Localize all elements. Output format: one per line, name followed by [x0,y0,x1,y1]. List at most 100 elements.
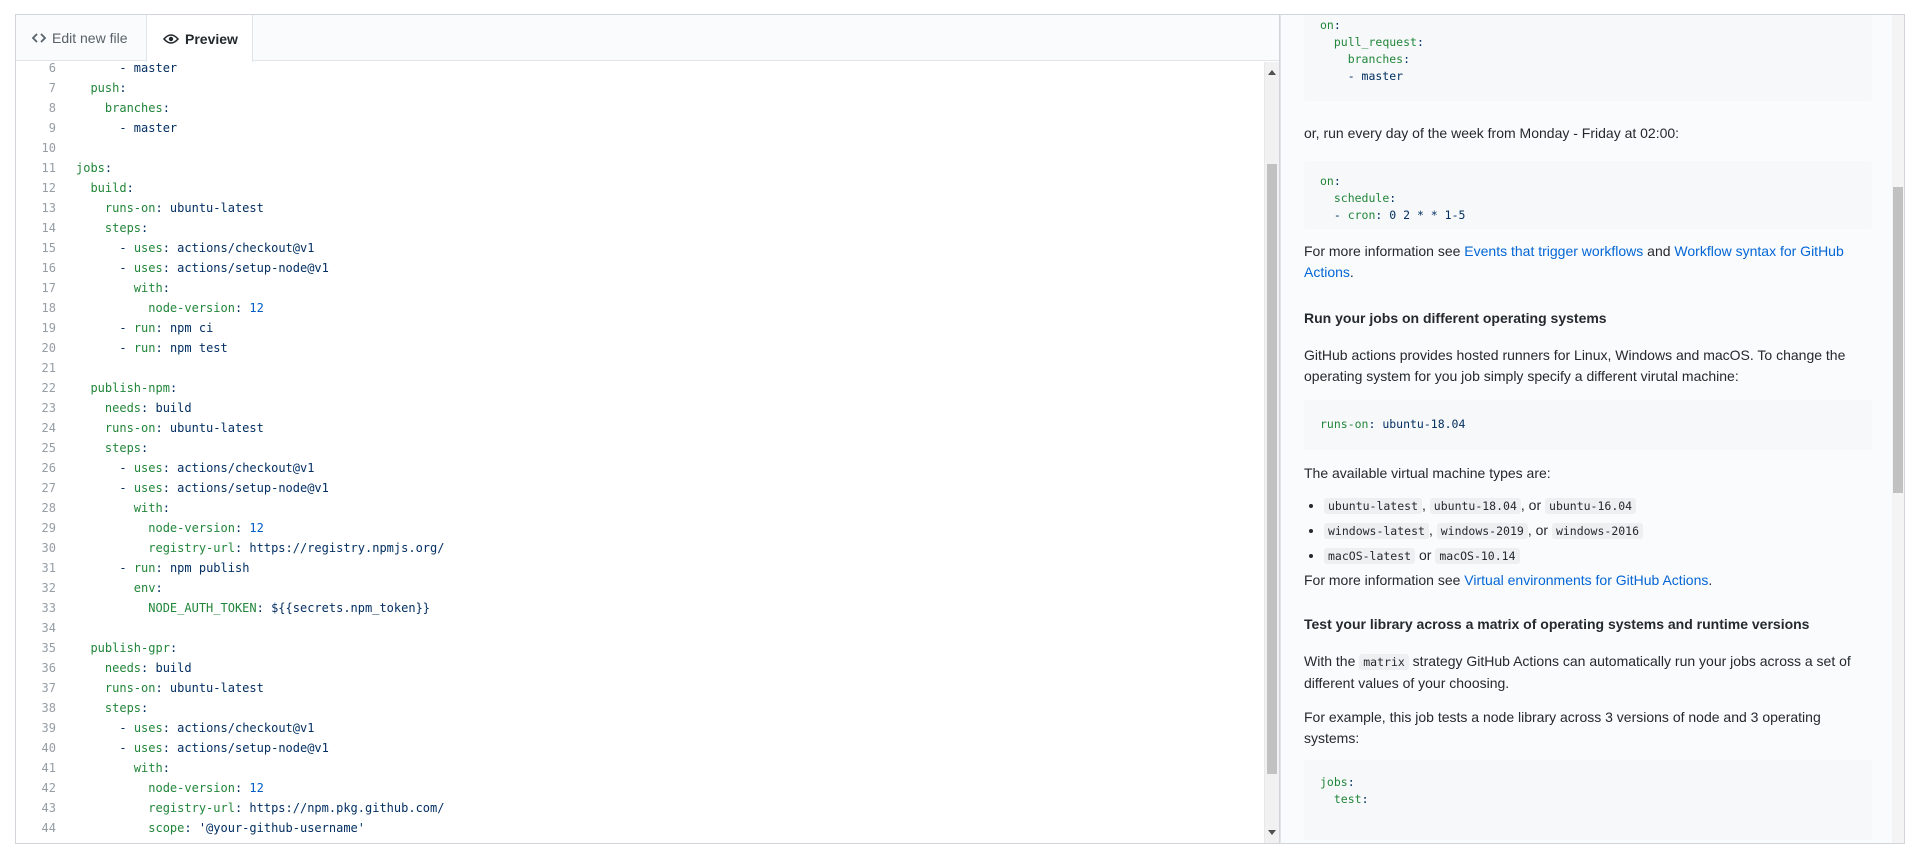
file-editor-panel: Edit new file Preview 6 - master 7 push: 8… [15,14,1280,844]
code-token: : npm publish [155,561,250,575]
code-token: needs [104,661,142,675]
code-token: uses [133,721,163,735]
code-line: 15 - uses: actions/checkout@v1 [16,238,1264,258]
code-token: publish-gpr [90,641,170,655]
line-content: steps: [56,438,148,458]
code-token: node-version [148,781,235,795]
code-token: branches [1347,52,1404,66]
code-line: 18 node-version: 12 [16,298,1264,318]
line-content [56,358,76,378]
line-content [56,618,76,638]
code-token: - master [119,121,178,135]
code-token: : [141,221,149,235]
code-token: : [169,381,178,395]
link-virtual-environments[interactable]: Virtual environments for GitHub Actions [1464,572,1708,588]
code-line: 30 registry-url: https://registry.npmjs.… [16,538,1264,558]
tab-edit-new-file[interactable]: Edit new file [16,15,146,61]
code-token: : [162,761,170,775]
preview-scrollbar[interactable] [1892,15,1904,843]
code-token: - [119,741,134,755]
code-token: : npm test [155,341,228,355]
code-token: : build [141,401,192,415]
code-token: steps [104,441,142,455]
code-line: 21 [16,358,1264,378]
code-token: : [141,441,149,455]
line-content: registry-url: https://registry.npmjs.org… [56,538,444,558]
editor-scrollbar[interactable] [1264,62,1279,843]
code-token: : [1333,18,1341,32]
tab-preview[interactable]: Preview [146,15,253,62]
code-token: : actions/checkout@v1 [162,461,315,475]
code-line: 26 - uses: actions/checkout@v1 [16,458,1264,478]
line-content: - run: npm publish [56,558,249,578]
code-line: 35 publish-gpr: [16,638,1264,658]
code-editor[interactable]: 6 - master 7 push: 8 branches: 9 - master 10… [16,62,1264,843]
code-block-line: test: [1320,791,1856,808]
scroll-down-icon[interactable] [1268,830,1276,835]
line-content: needs: build [56,658,192,678]
code-token: - [119,561,134,575]
code-line: 25 steps: [16,438,1264,458]
code-token: : https://registry.npmjs.org/ [234,541,445,555]
line-content: steps: [56,698,148,718]
code-token: runs-on [104,421,156,435]
line-content [56,138,76,158]
code-line: 33 NODE_AUTH_TOKEN: ${{secrets.npm_token… [16,598,1264,618]
code-token: : actions/setup-node@v1 [162,481,329,495]
line-number: 17 [41,281,56,295]
code-token: registry-url [148,801,235,815]
code-line: 7 push: [16,78,1264,98]
inline-code: windows-2019 [1436,523,1528,539]
code-line: 43 registry-url: https://npm.pkg.github.… [16,798,1264,818]
code-token: : [141,701,149,715]
code-token: - [1320,208,1348,222]
line-content: scope: '@your-github-username' [56,818,365,838]
code-token: steps [104,701,142,715]
code-token: : [162,101,170,115]
code-block-matrix: jobs: test: [1304,760,1872,840]
link-events-trigger-workflows[interactable]: Events that trigger workflows [1464,243,1643,259]
code-line: 12 build: [16,178,1264,198]
list-separator: , [1428,522,1437,538]
code-token: : [1403,52,1411,66]
paragraph-matrix: With the matrix strategy GitHub Actions … [1304,653,1851,691]
code-token: runs-on [104,681,156,695]
code-line: 8 branches: [16,98,1264,118]
code-token: - [119,261,134,275]
code-token: steps [104,221,142,235]
code-line: 10 [16,138,1264,158]
code-block-line: jobs: [1320,774,1856,791]
code-line: 6 - master [16,62,1264,78]
code-token: uses [133,461,163,475]
code-line: 23 needs: build [16,398,1264,418]
code-token: : actions/setup-node@v1 [162,261,329,275]
code-token: - [119,461,134,475]
markdown-preview-panel: on: pull_request: branches: - master or,… [1280,14,1905,844]
line-number: 26 [41,461,56,475]
code-line: 9 - master [16,118,1264,138]
editor-scrollbar-thumb[interactable] [1267,164,1277,774]
code-icon [32,32,46,44]
code-token: : [234,521,250,535]
code-token: scope [148,821,185,835]
heading-different-os: Run your jobs on different operating sys… [1304,310,1607,326]
code-token: : ${{secrets.npm_token}} [256,601,431,615]
line-number: 19 [41,321,56,335]
line-number: 37 [41,681,56,695]
line-content: - uses: actions/checkout@v1 [56,238,314,258]
line-content: node-version: 12 [56,778,264,798]
line-number: 39 [41,721,56,735]
tab-edit-label: Edit new file [52,30,128,46]
code-token: NODE_AUTH_TOKEN [148,601,257,615]
scroll-up-icon[interactable] [1268,70,1276,75]
line-content: env: [56,578,163,598]
paragraph-schedule: or, run every day of the week from Monda… [1304,125,1680,141]
code-token: : actions/checkout@v1 [162,721,315,735]
paragraph-os: GitHub actions provides hosted runners f… [1304,347,1846,384]
paragraph-more-info-triggers: For more information see Events that tri… [1304,243,1844,280]
preview-scrollbar-thumb[interactable] [1893,187,1903,493]
code-token: registry-url [148,541,235,555]
code-token: push [90,81,120,95]
